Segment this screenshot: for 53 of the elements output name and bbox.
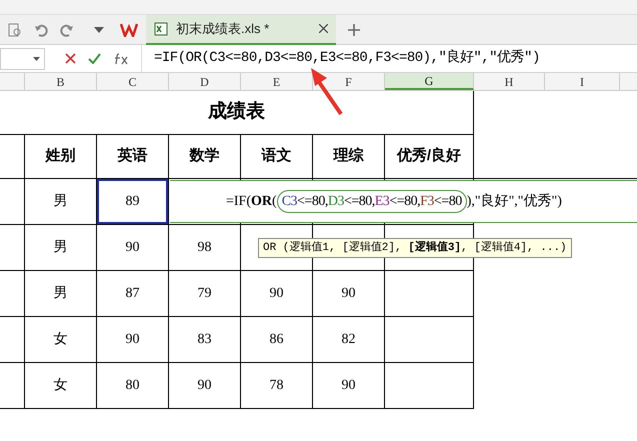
table-cell-text: 83 xyxy=(198,331,212,349)
print-preview-icon[interactable] xyxy=(8,22,22,36)
column-heading: 数学 xyxy=(190,146,220,166)
table-cell-text: 90 xyxy=(342,285,356,303)
checkmark-icon[interactable] xyxy=(88,53,101,64)
table-cell-text: 80 xyxy=(126,377,140,395)
function-tooltip: OR (逻辑值1, [逻辑值2], [逻辑值3], [逻辑值4], ...) xyxy=(258,238,572,258)
cell-reference: D3 xyxy=(328,194,344,209)
table-cell-text: 90 xyxy=(126,239,140,257)
table-cell-text: 87 xyxy=(126,285,140,303)
column-header[interactable]: C xyxy=(97,73,169,90)
table-cell-text: 90 xyxy=(342,377,356,395)
table-cell-text: 男 xyxy=(54,285,68,303)
table-cell-text: 98 xyxy=(198,239,212,257)
table-cell-text: 女 xyxy=(54,330,68,349)
cancel-icon[interactable] xyxy=(65,53,76,64)
column-heading: 语文 xyxy=(262,146,292,166)
table-cell-text: 78 xyxy=(270,377,284,395)
plus-icon[interactable] xyxy=(348,24,360,36)
column-header[interactable]: H xyxy=(474,73,545,90)
column-header[interactable]: D xyxy=(169,73,241,90)
dropdown-icon xyxy=(33,56,40,60)
column-heading: 优秀/良好 xyxy=(396,146,462,166)
table-cell-text: 90 xyxy=(126,331,140,349)
close-icon[interactable] xyxy=(319,24,328,33)
function-icon[interactable] xyxy=(113,52,129,64)
spreadsheet-icon xyxy=(154,22,168,36)
table-cell-text: 男 xyxy=(54,239,68,257)
cell-reference: C3 xyxy=(282,194,298,209)
column-heading: 英语 xyxy=(118,146,148,166)
table-cell-text: 90 xyxy=(270,285,284,303)
table-cell-text: 女 xyxy=(54,376,68,395)
table-cell-text: 82 xyxy=(342,331,356,349)
column-header[interactable]: I xyxy=(545,73,620,90)
dropdown-icon[interactable] xyxy=(94,26,104,32)
table-cell: 89 xyxy=(97,179,168,224)
table-title: 成绩表 xyxy=(208,100,265,124)
table-cell-text: 90 xyxy=(198,377,212,395)
cell-editor[interactable]: =IF(OR( C3<=80,D3<=80,E3<=80,F3<=80 ),"良好","优秀") xyxy=(170,180,637,223)
document-tab[interactable]: 初末成绩表.xls * xyxy=(146,14,336,44)
column-header[interactable]: G xyxy=(385,73,474,90)
logo-icon[interactable] xyxy=(120,22,138,36)
table-cell-text: 79 xyxy=(198,285,212,303)
column-heading: 理综 xyxy=(334,146,364,166)
cell-reference: E3 xyxy=(374,194,390,209)
column-header[interactable]: B xyxy=(25,73,97,90)
cell-reference: F3 xyxy=(420,194,434,209)
undo-icon[interactable] xyxy=(34,22,48,36)
column-heading: 姓别 xyxy=(46,146,76,166)
redo-icon[interactable] xyxy=(60,22,74,36)
table-cell-text: 男 xyxy=(54,193,68,211)
argument-highlight: C3<=80,D3<=80,E3<=80,F3<=80 xyxy=(276,190,467,213)
table-cell-text: 86 xyxy=(270,331,284,349)
